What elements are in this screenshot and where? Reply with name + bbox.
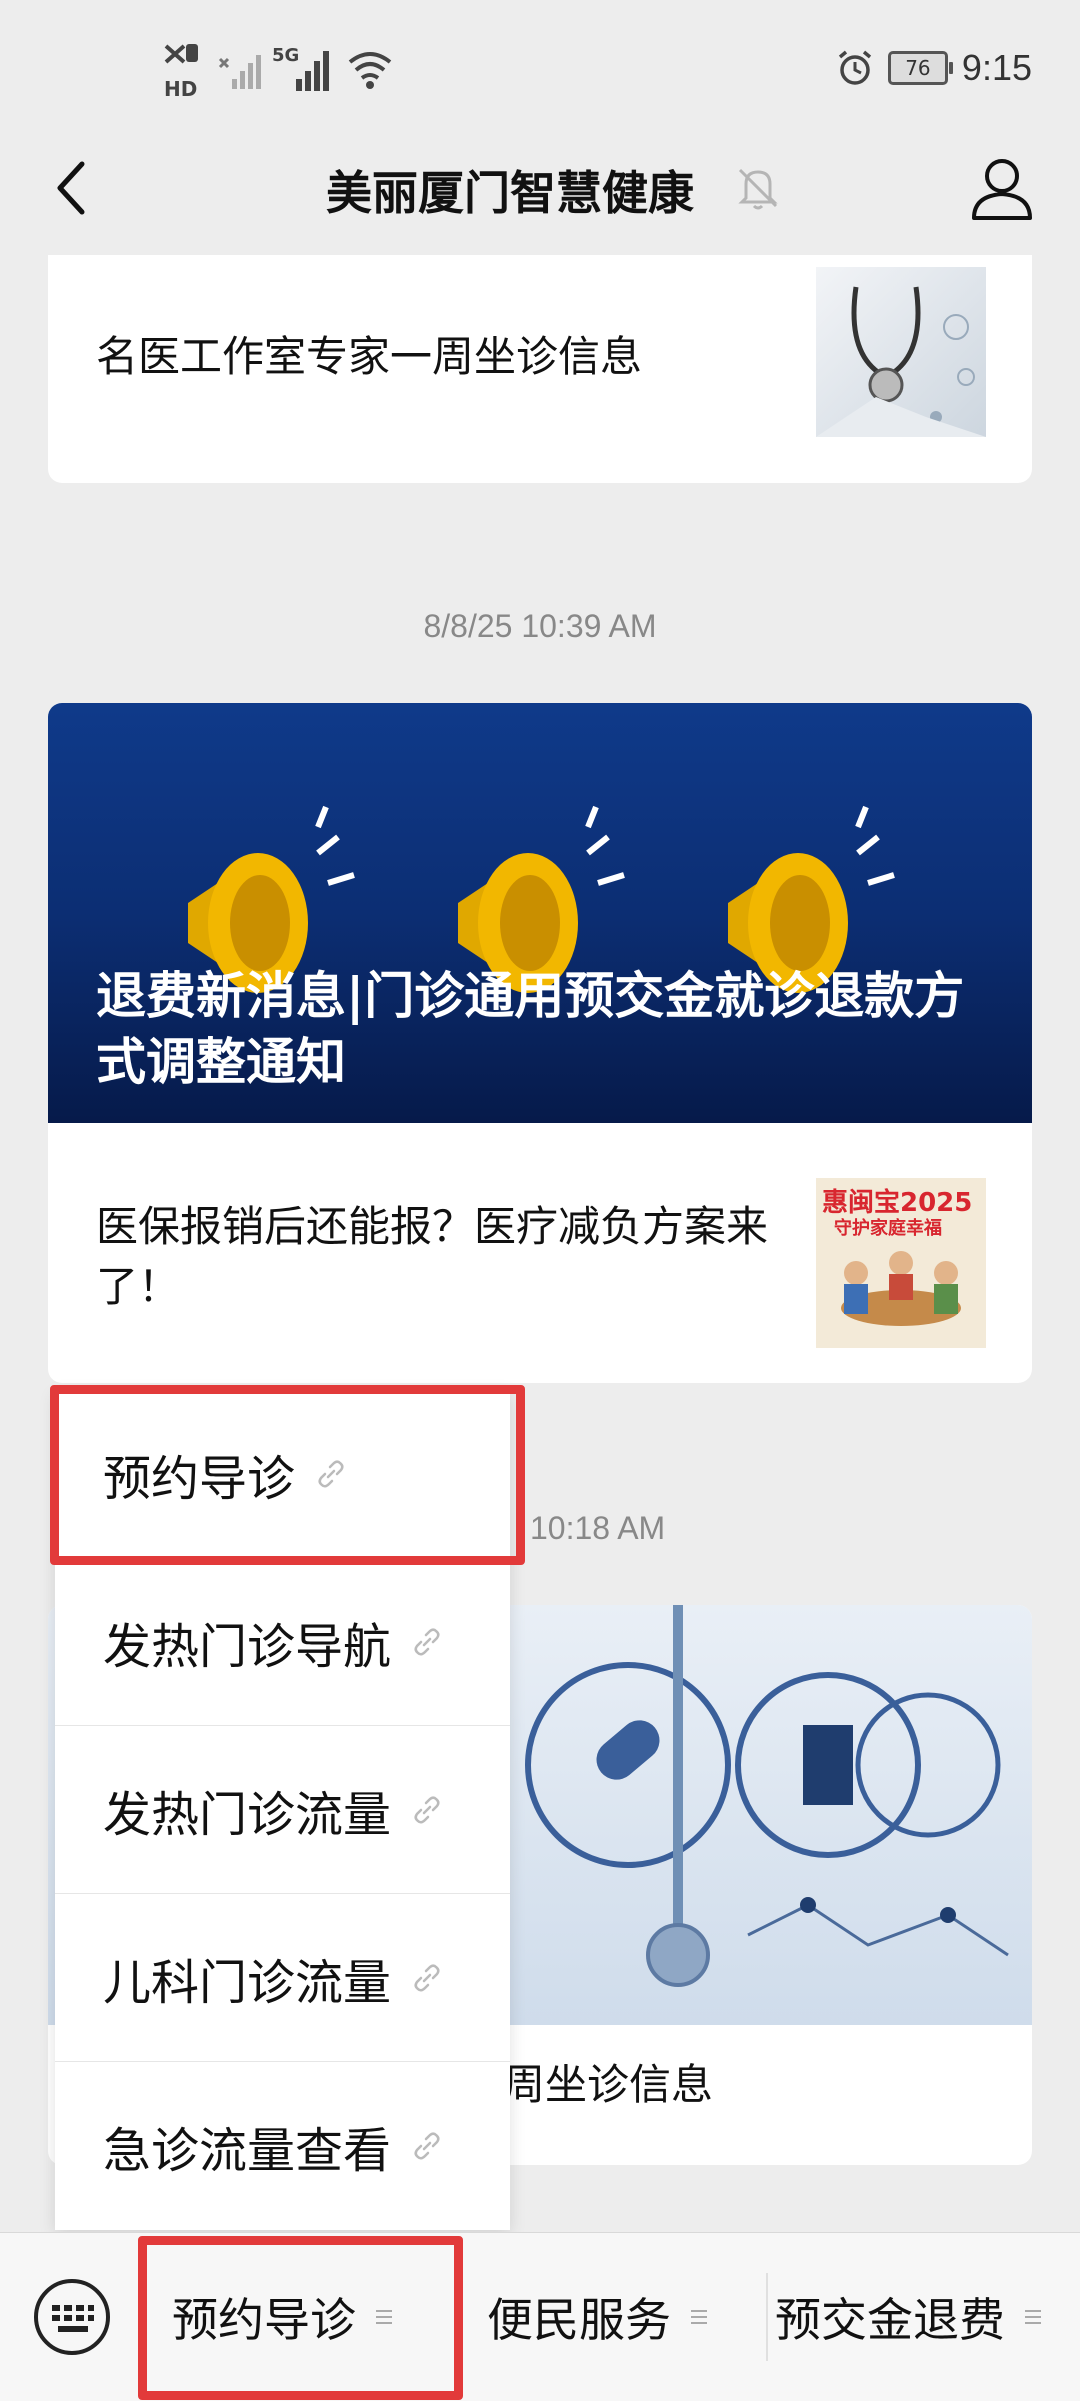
link-icon xyxy=(414,1963,440,1992)
tab-prepayment-refund[interactable]: 预交金退费 xyxy=(775,2233,1043,2401)
message-timestamp: 10:18 AM xyxy=(530,1510,666,1546)
menu-item-fever-clinic-nav[interactable]: 发热门诊导航 xyxy=(55,1558,510,1726)
link-icon xyxy=(414,1795,440,1824)
tab-convenience-services[interactable]: 便民服务 xyxy=(487,2233,709,2401)
article-card-banner[interactable]: 退费新消息|门诊通用预交金就诊退款方式调整通知 医保报销后还能报？医疗减负方案来… xyxy=(48,703,1032,1383)
profile-icon[interactable] xyxy=(964,150,1040,226)
article-title: 周坐诊信息 xyxy=(503,2060,714,2109)
menu-item-label: 儿科门诊流量 xyxy=(103,1954,392,2011)
stethoscope-image-icon xyxy=(816,286,986,437)
tab-separator xyxy=(766,2273,768,2361)
keyboard-icon[interactable] xyxy=(32,2277,112,2357)
page-title: 美丽厦门智慧健康 xyxy=(0,130,1080,250)
banner-image: 退费新消息|门诊通用预交金就诊退款方式调整通知 xyxy=(48,703,1032,1123)
doctor-stethoscope-thumbnail xyxy=(816,267,986,437)
menu-item-label: 发热门诊流量 xyxy=(103,1786,392,1843)
menu-item-label: 发热门诊导航 xyxy=(103,1618,392,1675)
menu-item-emergency-flow[interactable]: 急诊流量查看 xyxy=(55,2062,510,2230)
article-title: 名医工作室专家一周坐诊信息 xyxy=(96,332,643,381)
family-dinner-thumbnail: 惠闽宝2025 守护家庭幸福 xyxy=(816,1178,986,1348)
status-right-icons: 76 9:15 xyxy=(836,40,1032,96)
cellular-5g-icon: 5G xyxy=(272,45,336,95)
highlight-box-bottom-tab xyxy=(138,2236,463,2400)
mute-bell-icon xyxy=(738,168,778,210)
tab-label: 便民服务 xyxy=(487,2293,671,2347)
menu-item-fever-clinic-flow[interactable]: 发热门诊流量 xyxy=(55,1726,510,1894)
status-bar: HD 5G 76 9:15 xyxy=(0,0,1080,130)
family-table-icon xyxy=(841,1251,961,1326)
cellular-signal-empty-icon xyxy=(218,55,261,89)
nav-bar: 美丽厦门智慧健康 xyxy=(0,130,1080,250)
link-icon xyxy=(414,1627,440,1656)
signal-off-icon: HD xyxy=(164,44,198,100)
menu-lines-icon xyxy=(691,2310,707,2324)
article-card-top[interactable]: 名医工作室专家一周坐诊信息 xyxy=(48,255,1032,483)
status-time: 9:15 xyxy=(961,47,1032,88)
menu-item-pediatric-flow[interactable]: 儿科门诊流量 xyxy=(55,1894,510,2062)
battery-level: 76 xyxy=(905,56,931,80)
status-left-icons: HD 5G xyxy=(160,35,394,105)
menu-lines-icon xyxy=(1025,2310,1041,2324)
highlight-box-menu-item xyxy=(50,1385,525,1565)
message-timestamp: 8/8/25 10:39 AM xyxy=(423,608,657,644)
tab-label: 预交金退费 xyxy=(775,2293,1005,2347)
menu-item-label: 急诊流量查看 xyxy=(103,2123,392,2179)
wifi-icon xyxy=(348,52,392,89)
hd-label: HD xyxy=(164,77,197,100)
banner-title: 退费新消息|门诊通用预交金就诊退款方式调整通知 xyxy=(96,967,965,1091)
page-title-text: 美丽厦门智慧健康 xyxy=(326,166,694,220)
article-title: 医保报销后还能报？医疗减负方案来了！ xyxy=(96,1202,769,1311)
battery-indicator: 76 xyxy=(887,51,953,85)
link-icon xyxy=(414,2132,440,2160)
alarm-icon xyxy=(838,50,872,85)
